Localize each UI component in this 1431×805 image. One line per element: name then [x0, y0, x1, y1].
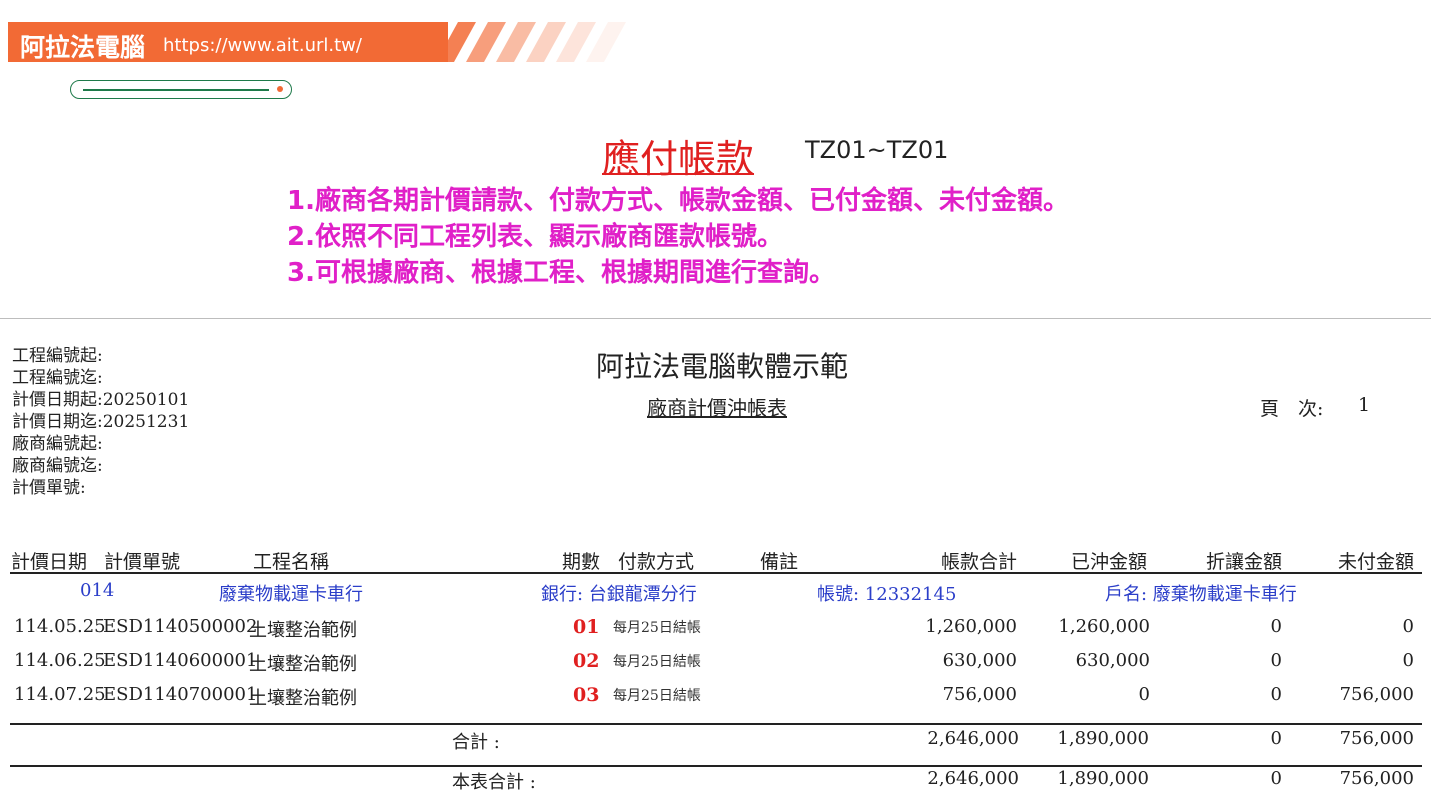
row-2-unpaid: 0 [1402, 650, 1414, 671]
row-2-project: 土壤整治範例 [249, 654, 357, 675]
header-date: 計價日期 [11, 551, 88, 573]
row-3-settled: 0 [1138, 684, 1150, 705]
row-2-date: 114.06.25 [14, 650, 106, 671]
feature-line-3: 3.可根據廠商、根據工程、根據期間進行查詢。 [287, 258, 835, 288]
header-discount: 折讓金額 [1205, 551, 1282, 573]
page-number: 1 [1358, 394, 1371, 416]
decorative-pill-line [83, 89, 269, 91]
grand-total-unpaid: 756,000 [1339, 768, 1414, 789]
row-2-doc-no: ESD1140600001 [103, 650, 258, 671]
row-3-discount: 0 [1270, 684, 1282, 705]
company-name: 阿拉法電腦軟體示範 [596, 350, 849, 383]
vendor-code: 014 [80, 580, 115, 601]
header-payment: 付款方式 [618, 551, 695, 573]
code-range: TZ01~TZ01 [805, 136, 949, 164]
header-settled: 已沖金額 [1070, 551, 1147, 573]
criteria-date-from: 計價日期起:20250101 [12, 390, 190, 410]
row-3-project: 土壤整治範例 [249, 688, 357, 709]
grand-total-discount: 0 [1270, 768, 1282, 789]
row-1-doc-no: ESD1140500002 [103, 616, 258, 637]
subtotal-discount: 0 [1270, 728, 1282, 749]
row-1-unpaid: 0 [1402, 616, 1414, 637]
row-2-settled: 630,000 [1075, 650, 1150, 671]
row-3-total: 756,000 [942, 684, 1017, 705]
vendor-account: 帳號: 12332145 [817, 584, 957, 605]
subtotal-settled: 1,890,000 [1057, 728, 1149, 749]
row-1-payment: 每月25日結帳 [613, 620, 701, 636]
row-2-total: 630,000 [942, 650, 1017, 671]
row-1-total: 1,260,000 [925, 616, 1017, 637]
header-total: 帳款合計 [940, 551, 1017, 573]
row-3-doc-no: ESD1140700001 [103, 684, 258, 705]
page-label: 頁 次: [1260, 398, 1324, 420]
vendor-holder: 戶名: 廢棄物載運卡車行 [1105, 584, 1297, 605]
section-divider [0, 318, 1431, 319]
decorative-pill-dot [277, 86, 283, 92]
row-3-unpaid: 756,000 [1339, 684, 1414, 705]
vendor-name: 廢棄物載運卡車行 [219, 584, 363, 605]
criteria-project-to: 工程編號迄: [12, 368, 103, 388]
row-2-discount: 0 [1270, 650, 1282, 671]
subtotal-label: 合計 : [452, 732, 500, 753]
criteria-vendor-from: 廠商編號起: [12, 434, 103, 454]
feature-line-1: 1.廠商各期計價請款、付款方式、帳款金額、已付金額、未付金額。 [287, 186, 1069, 216]
criteria-vendor-to: 廠商編號迄: [12, 456, 103, 476]
criteria-project-from: 工程編號起: [12, 346, 103, 366]
grand-total-settled: 1,890,000 [1057, 768, 1149, 789]
brand-name: 阿拉法電腦 [20, 33, 146, 62]
header-unpaid: 未付金額 [1337, 551, 1414, 573]
row-2-payment: 每月25日結帳 [613, 654, 701, 670]
subtotal-total: 2,646,000 [927, 728, 1019, 749]
header-project: 工程名稱 [253, 551, 330, 573]
row-1-settled: 1,260,000 [1058, 616, 1150, 637]
grand-total-label: 本表合計 : [452, 772, 536, 793]
header-period: 期數 [562, 551, 601, 573]
grand-total-rule [10, 765, 1422, 767]
row-2-period: 02 [573, 650, 600, 672]
subtotal-unpaid: 756,000 [1339, 728, 1414, 749]
row-1-period: 01 [573, 616, 600, 638]
page-title: 應付帳款 [602, 137, 755, 181]
header-note: 備註 [760, 551, 799, 573]
row-1-date: 114.05.25 [14, 616, 106, 637]
brand-url[interactable]: https://www.ait.url.tw/ [163, 35, 362, 56]
row-3-date: 114.07.25 [14, 684, 106, 705]
criteria-doc-no: 計價單號: [12, 478, 86, 498]
header-rule [10, 572, 1422, 574]
feature-line-2: 2.依照不同工程列表、顯示廠商匯款帳號。 [287, 222, 783, 252]
criteria-date-to: 計價日期迄:20251231 [12, 412, 190, 432]
row-1-project: 土壤整治範例 [249, 620, 357, 641]
subtotal-rule [10, 723, 1422, 725]
report-name: 廠商計價沖帳表 [647, 396, 787, 420]
header-doc-no: 計價單號 [104, 551, 181, 573]
grand-total-total: 2,646,000 [927, 768, 1019, 789]
row-3-period: 03 [573, 684, 600, 706]
row-3-payment: 每月25日結帳 [613, 688, 701, 704]
vendor-bank: 銀行: 台銀龍潭分行 [541, 584, 697, 605]
row-1-discount: 0 [1270, 616, 1282, 637]
banner-stripes-decoration [436, 22, 626, 62]
